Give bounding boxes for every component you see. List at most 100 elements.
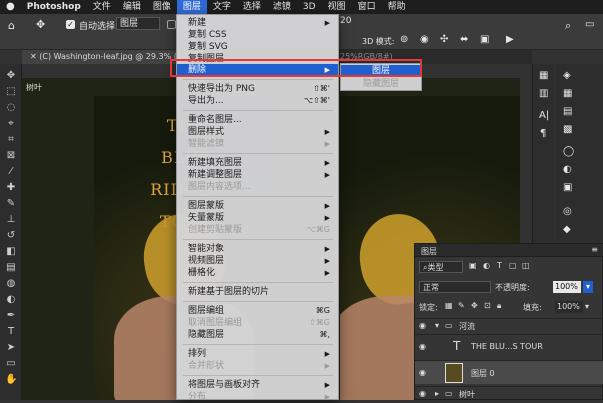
menu-item-new-layer-based-slice[interactable]: 新建基于图层的切片 (177, 286, 338, 298)
menu-help[interactable]: 帮助 (382, 0, 412, 14)
tab-close-icon[interactable]: ✕ (30, 52, 39, 61)
layer-row[interactable]: ◉ 图层 0 (415, 360, 603, 384)
auto-select-dropdown[interactable]: 图层 (116, 17, 160, 30)
move-tool-icon[interactable]: ✥ (36, 18, 45, 31)
pen-tool-icon[interactable]: ✒ (5, 310, 17, 322)
visibility-eye-icon[interactable]: ◉ (419, 321, 426, 330)
menu-item-new-fill-layer[interactable]: 新建填充图层 ▶ (177, 157, 338, 169)
menu-item-quick-export-png[interactable]: 快速导出为 PNG ⇧⌘' (177, 83, 338, 95)
auto-select-checkbox[interactable]: ✓ (66, 20, 75, 29)
layer-row[interactable]: ◉ ▸ ▭ 树叶 (415, 386, 603, 400)
menu-photoshop[interactable]: Photoshop (21, 0, 87, 14)
menu-item-new[interactable]: 新建 ▶ (177, 17, 338, 29)
patterns-panel-icon[interactable]: ▩ (563, 124, 572, 135)
gradients-panel-icon[interactable]: ▤ (563, 106, 572, 117)
menu-layer[interactable]: 图层 (176, 0, 207, 14)
filter-adjust-icon[interactable]: ◐ (483, 261, 490, 270)
opacity-input[interactable]: 100% (553, 281, 581, 293)
brush-tool-icon[interactable]: ✎ (5, 198, 17, 210)
marquee-tool-icon[interactable]: ⬚ (5, 86, 17, 98)
blend-mode-dropdown[interactable]: 正常 (419, 281, 491, 293)
document-tab[interactable]: ✕ (C) Washington-leaf.jpg @ 29.3% ( (22, 50, 185, 64)
filter-smart-icon[interactable]: ◫ (522, 261, 530, 270)
video-icon[interactable]: ▶ (506, 34, 514, 45)
menu-item-rasterize[interactable]: 栅格化 ▶ (177, 267, 338, 279)
healing-brush-icon[interactable]: ✚ (5, 182, 17, 194)
lightbulb-icon[interactable]: ◯ (563, 146, 574, 157)
eraser-tool-icon[interactable]: ◧ (5, 246, 17, 258)
search-icon[interactable]: ⌕ (565, 19, 571, 33)
visibility-eye-icon[interactable]: ◉ (419, 342, 426, 351)
menu-filter[interactable]: 滤镜 (267, 0, 297, 14)
home-icon[interactable]: ⌂ (8, 19, 15, 32)
character-panel-icon[interactable]: A| (539, 110, 549, 121)
visibility-eye-icon[interactable]: ◉ (419, 389, 426, 398)
disclosure-chevron-icon[interactable]: ▾ (435, 321, 439, 330)
menu-item-align-to-artboard[interactable]: 将图层与画板对齐 ▶ (177, 379, 338, 391)
apple-menu-icon[interactable]: ● (0, 0, 21, 14)
eyedropper-tool-icon[interactable]: ⁄ (5, 166, 17, 178)
lock-artboard-icon[interactable]: ⊡ (484, 301, 491, 310)
layer-row[interactable]: ◉ ▾ ▭ 河流 (415, 318, 603, 332)
lock-move-icon[interactable]: ✥ (471, 301, 478, 310)
history-brush-icon[interactable]: ↺ (5, 230, 17, 242)
menu-window[interactable]: 窗口 (352, 0, 382, 14)
type-tool-icon[interactable]: T (5, 326, 17, 338)
filter-pixel-icon[interactable]: ▣ (469, 261, 477, 270)
menu-type[interactable]: 文字 (207, 0, 237, 14)
quick-select-tool-icon[interactable]: ⌖ (5, 118, 17, 130)
move-tool-icon[interactable]: ✥ (5, 70, 17, 82)
workspace-icon[interactable]: ▭ (585, 19, 594, 30)
lock-all-icon[interactable]: 🔒︎ (497, 301, 501, 311)
stamp-tool-icon[interactable]: ⊥ (5, 214, 17, 226)
adjustments-panel-icon[interactable]: ◐ (563, 164, 572, 175)
fill-input[interactable]: 100% (555, 301, 583, 313)
menu-item-layer-style[interactable]: 图层样式 ▶ (177, 126, 338, 138)
roll-3d-icon[interactable]: ◉ (420, 34, 429, 45)
crop-tool-icon[interactable]: ⌗ (5, 134, 17, 146)
rectangle-tool-icon[interactable]: ▭ (5, 358, 17, 370)
filter-type-icon[interactable]: T (497, 261, 502, 270)
swatches-panel-icon[interactable]: ▦ (563, 88, 572, 99)
pan-3d-icon[interactable]: ✣ (440, 34, 448, 45)
menu-file[interactable]: 文件 (87, 0, 117, 14)
opacity-stepper[interactable]: ▾ (583, 281, 593, 293)
panel-menu-icon[interactable]: ≡ (591, 245, 598, 254)
filter-shape-icon[interactable]: ▢ (509, 261, 517, 270)
menu-item-rename-layer[interactable]: 重命名图层... (177, 114, 338, 126)
layers-panel-title[interactable]: 图层 (421, 246, 437, 257)
menu-item-smart-object[interactable]: 智能对象 ▶ (177, 243, 338, 255)
menu-edit[interactable]: 编辑 (117, 0, 147, 14)
disclosure-chevron-icon[interactable]: ▸ (435, 389, 439, 398)
menu-item-layer-mask[interactable]: 图层蒙版 ▶ (177, 200, 338, 212)
menu-view[interactable]: 视图 (322, 0, 352, 14)
menu-item-copy-svg[interactable]: 复制 SVG (177, 41, 338, 53)
menu-item-export-as[interactable]: 导出为... ⌥⇧⌘' (177, 95, 338, 107)
menu-item-copy-css[interactable]: 复制 CSS (177, 29, 338, 41)
frame-tool-icon[interactable]: ⊠ (5, 150, 17, 162)
menu-image[interactable]: 图像 (147, 0, 177, 14)
paragraph-panel-icon[interactable]: ¶ (540, 128, 546, 139)
blur-tool-icon[interactable]: ◍ (5, 278, 17, 290)
properties-panel-icon[interactable]: ▥ (539, 88, 548, 99)
menu-select[interactable]: 选择 (237, 0, 267, 14)
channels-panel-icon[interactable]: ◎ (563, 206, 572, 217)
show-transform-checkbox[interactable] (167, 20, 176, 29)
path-select-icon[interactable]: ➤ (5, 342, 17, 354)
layers-panel-icon[interactable]: ◆ (563, 224, 571, 235)
gradient-tool-icon[interactable]: ▤ (5, 262, 17, 274)
menu-3d[interactable]: 3D (297, 0, 322, 14)
lasso-tool-icon[interactable]: ◌ (5, 102, 17, 114)
hand-tool-icon[interactable]: ✋ (5, 374, 17, 386)
history-panel-icon[interactable]: ▦ (539, 70, 548, 81)
menu-item-video-layer[interactable]: 视频图层 ▶ (177, 255, 338, 267)
menu-item-arrange[interactable]: 排列 ▶ (177, 348, 338, 360)
menu-item-hide-layers[interactable]: 隐藏图层 ⌘, (177, 329, 338, 341)
color-panel-icon[interactable]: ◈ (563, 70, 571, 81)
fill-stepper[interactable]: ▾ (585, 302, 589, 311)
orbit-3d-icon[interactable]: ⊚ (400, 34, 408, 45)
menu-item-group-layers[interactable]: 图层编组 ⌘G (177, 305, 338, 317)
dodge-tool-icon[interactable]: ◐ (5, 294, 17, 306)
scale-3d-icon[interactable]: ▣ (480, 34, 489, 45)
menu-item-new-adjustment-layer[interactable]: 新建调整图层 ▶ (177, 169, 338, 181)
